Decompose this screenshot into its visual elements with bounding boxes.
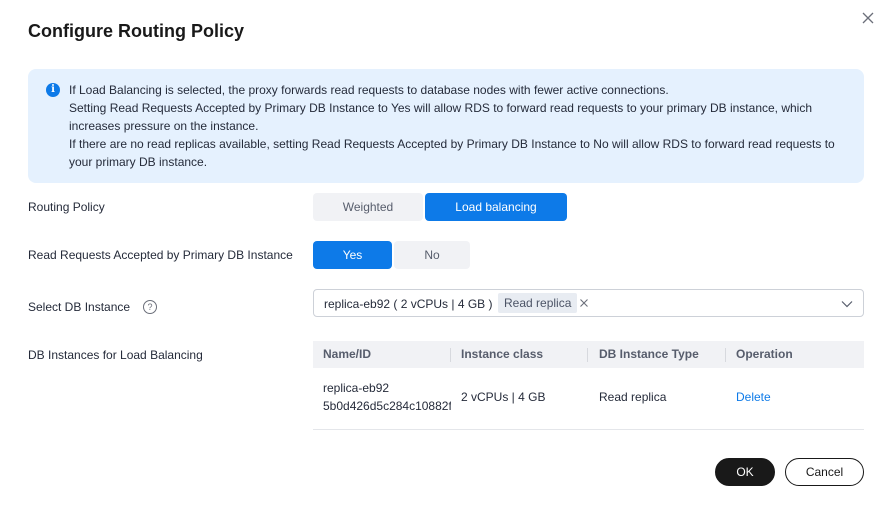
notice-line: If there are no read replicas available,…	[69, 137, 835, 169]
close-icon[interactable]	[858, 8, 878, 28]
primary-read-label: Read Requests Accepted by Primary DB Ins…	[28, 248, 293, 262]
help-icon[interactable]: ?	[143, 300, 157, 314]
chevron-down-icon[interactable]	[840, 297, 854, 311]
instance-class-cell: 2 vCPUs | 4 GB	[461, 390, 546, 404]
lb-instances-label: DB Instances for Load Balancing	[28, 348, 203, 362]
primary-read-option-yes[interactable]: Yes	[313, 241, 392, 269]
db-instance-select[interactable]: replica-eb92 ( 2 vCPUs | 4 GB ) Read rep…	[313, 289, 864, 317]
ok-button[interactable]: OK	[715, 458, 775, 486]
table-header: Name/ID Instance class DB Instance Type …	[313, 341, 864, 368]
instance-id: 5b0d426d5c284c10882f	[323, 399, 451, 413]
lb-instances-table: Name/ID Instance class DB Instance Type …	[313, 341, 864, 430]
instance-type-cell: Read replica	[599, 390, 667, 404]
primary-read-option-no[interactable]: No	[394, 241, 470, 269]
table-row: replica-eb92 5b0d426d5c284c10882f 2 vCPU…	[313, 368, 864, 430]
instance-name: replica-eb92	[323, 381, 390, 395]
routing-policy-label: Routing Policy	[28, 200, 105, 214]
info-notice: i If Load Balancing is selected, the pro…	[28, 69, 864, 183]
select-instance-label: Select DB Instance	[28, 300, 131, 314]
notice-text: If Load Balancing is selected, the proxy…	[69, 81, 859, 171]
cancel-button[interactable]: Cancel	[785, 458, 864, 486]
info-icon: i	[46, 83, 60, 97]
column-header-type: DB Instance Type	[599, 347, 699, 361]
column-divider	[587, 348, 588, 362]
column-header-instance-class: Instance class	[461, 347, 544, 361]
column-header-name: Name/ID	[323, 347, 372, 361]
dialog-title: Configure Routing Policy	[28, 21, 244, 41]
delete-link[interactable]: Delete	[736, 390, 771, 404]
notice-line: If Load Balancing is selected, the proxy…	[69, 83, 669, 97]
column-divider	[450, 348, 451, 362]
instance-type-tag: Read replica	[498, 293, 578, 313]
notice-line: Setting Read Requests Accepted by Primar…	[69, 101, 813, 133]
column-header-operation: Operation	[736, 347, 793, 361]
remove-tag-icon[interactable]	[577, 296, 591, 310]
column-divider	[725, 348, 726, 362]
configure-routing-policy-dialog: Configure Routing Policy i If Load Balan…	[0, 0, 886, 508]
routing-option-load-balancing[interactable]: Load balancing	[425, 193, 567, 221]
selected-instance-text: replica-eb92 ( 2 vCPUs | 4 GB )	[324, 297, 493, 311]
routing-option-weighted[interactable]: Weighted	[313, 193, 423, 221]
